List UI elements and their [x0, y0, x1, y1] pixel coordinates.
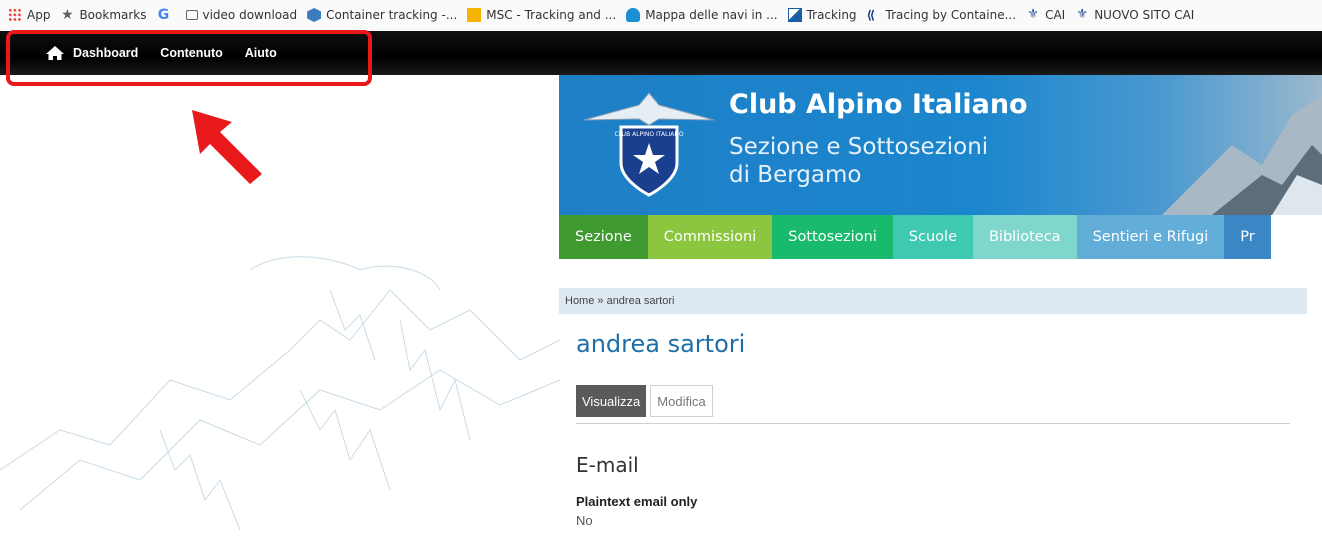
bookmark-msc[interactable]: MSC - Tracking and ...	[467, 8, 616, 22]
section-heading: E-mail	[576, 453, 639, 477]
nav-sottosezioni[interactable]: Sottosezioni	[772, 215, 893, 259]
field-label: Plaintext email only	[576, 494, 698, 509]
bookmark-label: Bookmarks	[79, 8, 147, 22]
site-title[interactable]: Club Alpino Italiano	[729, 89, 1028, 120]
page-title: andrea sartori	[576, 330, 746, 358]
google-icon: G	[157, 7, 170, 23]
cai-icon: ⚜	[1027, 7, 1039, 22]
cai-logo-icon: CLUB ALPINO ITALIANO	[583, 92, 715, 197]
cai-icon: ⚜	[1076, 7, 1089, 22]
tab-visualizza[interactable]: Visualizza	[576, 385, 647, 417]
bookmark-tracking[interactable]: Tracking	[787, 8, 857, 22]
nav-scuole[interactable]: Scuole	[892, 215, 973, 259]
bookmark-apps[interactable]: App	[8, 8, 50, 22]
breadcrumb[interactable]: Home » andrea sartori	[559, 288, 1307, 314]
bookmark-label: Mappa delle navi in ...	[645, 8, 778, 22]
tab-modifica[interactable]: Modifica	[650, 385, 713, 417]
bookmark-tracing[interactable]: ⟪ Tracing by Containe...	[867, 8, 1017, 22]
annotation-arrow-icon	[192, 110, 262, 184]
annotation-highlight-box	[6, 30, 372, 86]
bookmark-video-download[interactable]: video download	[185, 8, 298, 22]
tracking-icon	[787, 8, 802, 22]
bookmark-bookmarks[interactable]: ★ Bookmarks	[60, 8, 146, 22]
ship-icon	[626, 8, 641, 22]
bookmark-google[interactable]: G	[157, 8, 176, 22]
bookmark-mappa-navi[interactable]: Mappa delle navi in ...	[626, 8, 778, 22]
field-value: No	[576, 513, 593, 528]
main-navigation: Sezione Commissioni Sottosezioni Scuole …	[559, 215, 1322, 259]
star-icon: ★	[61, 7, 74, 23]
logo-text: CLUB ALPINO ITALIANO	[614, 131, 683, 138]
bookmark-nuovo-sito[interactable]: ⚜ NUOVO SITO CAI	[1075, 7, 1195, 23]
bookmark-label: Tracing by Containe...	[885, 8, 1017, 22]
apps-grid-icon	[8, 8, 22, 22]
mountain-sketch-background	[0, 256, 560, 531]
tabs-divider	[576, 423, 1290, 424]
bookmark-label: MSC - Tracking and ...	[486, 8, 617, 22]
bookmark-label: CAI	[1045, 8, 1066, 22]
mountain-photo	[1162, 95, 1322, 215]
nav-pr[interactable]: Pr	[1224, 215, 1271, 259]
nav-sentieri-rifugi[interactable]: Sentieri e Rifugi	[1076, 215, 1225, 259]
bookmark-label: Tracking	[806, 8, 857, 22]
bookmark-container-tracking[interactable]: Container tracking -...	[307, 8, 457, 22]
site-subtitle-line2: di Bergamo	[729, 162, 862, 188]
folder-icon	[185, 10, 198, 20]
msc-icon	[467, 8, 482, 22]
bookmark-label: video download	[202, 8, 298, 22]
nav-sezione[interactable]: Sezione	[559, 215, 648, 259]
tabs: Visualizza Modifica	[576, 385, 713, 417]
site-subtitle: Sezione e Sottosezioni di Bergamo	[729, 133, 988, 189]
bookmarks-bar: App ★ Bookmarks G video download Containe…	[0, 0, 1322, 30]
bookmark-label: Container tracking -...	[326, 8, 458, 22]
site-subtitle-line1: Sezione e Sottosezioni	[729, 134, 989, 160]
site-header-banner: CLUB ALPINO ITALIANO Club Alpino Italian…	[559, 75, 1322, 215]
bookmark-label: NUOVO SITO CAI	[1094, 8, 1195, 22]
nav-biblioteca[interactable]: Biblioteca	[972, 215, 1077, 259]
bookmark-cai[interactable]: ⚜ CAI	[1026, 7, 1066, 23]
tbc-icon: ⟪	[866, 8, 876, 22]
bookmark-label: App	[27, 8, 51, 22]
nav-commissioni[interactable]: Commissioni	[647, 215, 773, 259]
cube-icon	[307, 8, 322, 22]
